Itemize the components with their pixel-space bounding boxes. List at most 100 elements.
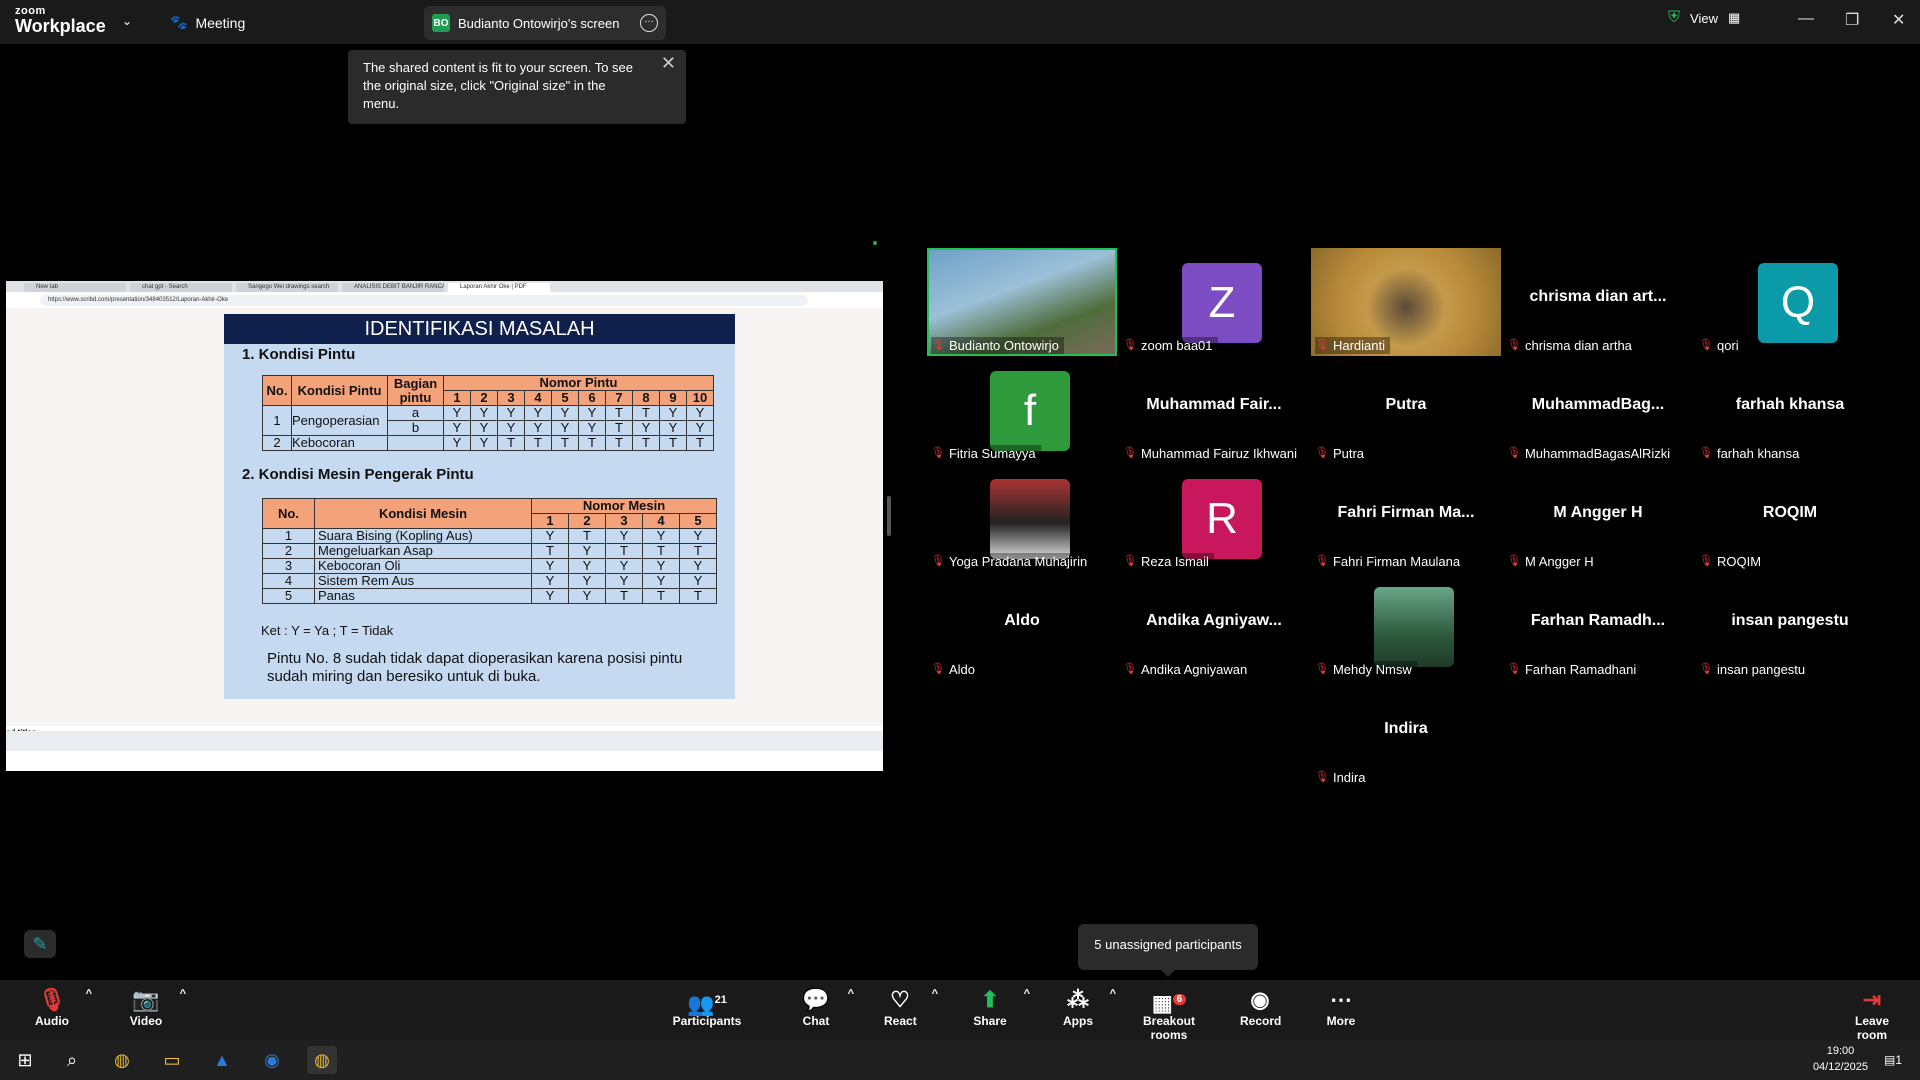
notification-count: 1 (1895, 1053, 1903, 1067)
meeting-toolbar: 🎙 Audio ^ 📷 Video ^ 👥21 Participants 💬 Chat ^ ♡… (0, 980, 1920, 1042)
door-condition-table: No. Kondisi Pintu Bagian pintu Nomor Pin… (262, 375, 714, 451)
section-heading: 2. Kondisi Mesin Pengerak Pintu (242, 466, 474, 483)
more-button[interactable]: ⋯ More (1324, 986, 1358, 1028)
slide-note: Pintu No. 8 sudah tidak dapat dioperasik… (267, 650, 683, 685)
search-icon[interactable]: ⌕ (57, 1046, 87, 1074)
participants-button[interactable]: 👥21 Participants (672, 986, 742, 1028)
paw-icon: 🐾 (170, 14, 188, 30)
participant-tile[interactable]: chrisma dian art... 🎙 chrisma dian artha (1503, 248, 1693, 356)
grid-icon: ▦ (1727, 10, 1741, 25)
chevron-up-icon[interactable]: ^ (180, 988, 186, 1000)
meeting-menu[interactable]: 🐾 Meeting (170, 14, 245, 31)
notifications-icon[interactable]: ▤1 (1878, 1046, 1908, 1074)
chevron-up-icon[interactable]: ^ (848, 988, 854, 1000)
split-divider[interactable] (887, 496, 891, 536)
participant-display-name: Fahri Firman Ma... (1337, 504, 1475, 521)
chat-button[interactable]: 💬 Chat ^ (800, 986, 854, 1028)
restore-icon[interactable]: ❐ (1845, 10, 1859, 30)
chevron-up-icon[interactable]: ^ (1024, 988, 1030, 1000)
address-bar: https://www.scribd.com/presentation/3484… (6, 292, 883, 308)
browser-tab: Sangego Wei drawings search (236, 283, 338, 292)
minimize-icon[interactable]: — (1798, 10, 1814, 28)
chrome-icon[interactable]: ◍ (107, 1046, 137, 1074)
audio-button[interactable]: 🎙 Audio ^ (34, 986, 92, 1028)
share-badge: BO (432, 14, 450, 32)
participant-tile[interactable]: 🎙 Hardianti (1311, 248, 1501, 356)
participant-tile[interactable]: 🎙 Mehdy Nmsw (1311, 572, 1501, 680)
share-button[interactable]: ⬆ Share ^ (972, 986, 1030, 1028)
participant-name-tag: 🎙 ROQIM (1699, 553, 1767, 570)
participants-icon: 👥21 (687, 991, 727, 1017)
chevron-down-icon[interactable]: ⌄ (122, 14, 132, 28)
participant-name: ROQIM (1716, 554, 1762, 569)
react-icon: ♡ (890, 987, 910, 1012)
participant-tile[interactable]: Q 🎙 qori (1695, 248, 1885, 356)
participant-tile[interactable]: Z 🎙 zoom baa01 (1119, 248, 1309, 356)
participant-name-tag: 🎙 farhah khansa (1699, 445, 1805, 462)
react-button[interactable]: ♡ React ^ (884, 986, 938, 1028)
breakout-rooms-button[interactable]: ▦ 6 Breakout rooms (1126, 986, 1212, 1042)
participant-tile[interactable]: R 🎙 Reza Ismail (1119, 464, 1309, 572)
shared-screen: New tab chat gpt - Search Sangego Wei dr… (6, 233, 883, 803)
chat-label: Chat (802, 1014, 830, 1028)
participant-display-name: ROQIM (1762, 504, 1818, 521)
participant-tile[interactable]: f 🎙 Fitria Sumayya (927, 356, 1117, 464)
breakout-badge: 6 (1172, 994, 1187, 1005)
file-explorer-icon[interactable]: ▭ (157, 1046, 187, 1074)
participant-tile[interactable]: 🎙 Budianto Ontowirjo (927, 248, 1117, 356)
video-button[interactable]: 📷 Video ^ (128, 986, 186, 1028)
participant-tile[interactable]: Farhan Ramadh... 🎙 Farhan Ramadhani (1503, 572, 1693, 680)
chevron-up-icon[interactable]: ^ (1110, 988, 1116, 1000)
mic-muted-icon: 🎙 (1315, 339, 1329, 351)
participant-tile[interactable]: farhah khansa 🎙 farhah khansa (1695, 356, 1885, 464)
chevron-up-icon[interactable]: ^ (932, 988, 938, 1000)
app-icon[interactable]: ▲ (207, 1046, 237, 1074)
participant-tile[interactable]: Indira 🎙 Indira (1311, 680, 1501, 788)
more-options-icon[interactable]: … (640, 14, 658, 32)
mic-muted-icon: 🎙 (931, 447, 945, 459)
apps-button[interactable]: ⁂ Apps ^ (1062, 986, 1116, 1028)
avatar: R (1182, 479, 1262, 559)
participant-tile[interactable]: insan pangestu 🎙 insan pangestu (1695, 572, 1885, 680)
mic-muted-icon: 🎙 (1123, 555, 1137, 567)
mic-muted-icon: 🎙 (1123, 447, 1137, 459)
chrome-active-icon[interactable]: ◍ (307, 1046, 337, 1074)
page-content: IDENTIFIKASI MASALAH 1. Kondisi Pintu No… (6, 308, 883, 751)
zoom-icon[interactable]: ◉ (257, 1046, 287, 1074)
mic-muted-icon: 🎙 (931, 663, 945, 675)
annotate-pen-icon[interactable]: ✎ (24, 930, 56, 958)
more-icon: ⋯ (1330, 987, 1352, 1012)
participant-tile[interactable]: Fahri Firman Ma... 🎙 Fahri Firman Maulana (1311, 464, 1501, 572)
breakout-label: Breakout rooms (1142, 1014, 1195, 1042)
participant-tile[interactable]: MuhammadBag... 🎙 MuhammadBagasAlRizki (1503, 356, 1693, 464)
participant-tile[interactable]: Andika Agniyaw... 🎙 Andika Agniyawan (1119, 572, 1309, 680)
record-button[interactable]: ◉ Record (1240, 986, 1281, 1028)
participant-tile[interactable]: M Angger H 🎙 M Angger H (1503, 464, 1693, 572)
chevron-up-icon[interactable]: ^ (86, 988, 92, 1000)
windows-start-icon[interactable]: ⊞ (10, 1046, 40, 1074)
participant-name-tag: 🎙 Budianto Ontowirjo (931, 337, 1064, 354)
participant-name: Indira (1332, 770, 1366, 785)
participant-tile[interactable]: Putra 🎙 Putra (1311, 356, 1501, 464)
close-icon[interactable]: ✕ (1892, 10, 1905, 30)
participant-tile[interactable]: Aldo 🎙 Aldo (927, 572, 1117, 680)
fit-screen-tooltip: The shared content is fit to your screen… (348, 50, 686, 124)
meeting-label: Meeting (195, 14, 246, 31)
participant-tile[interactable]: ROQIM 🎙 ROQIM (1695, 464, 1885, 572)
view-button[interactable]: ⛨ View ▦ (1668, 9, 1740, 27)
table-header: Kondisi Mesin (314, 498, 532, 529)
unassigned-participants-tooltip: 5 unassigned participants (1078, 924, 1258, 977)
participant-display-name: Andika Agniyaw... (1146, 612, 1282, 629)
participant-tile[interactable]: Muhammad Fair... 🎙 Muhammad Fairuz Ikhwani (1119, 356, 1309, 464)
section-heading: 1. Kondisi Pintu (242, 346, 356, 363)
share-tab[interactable]: BO Budianto Ontowirjo's screen … (424, 6, 666, 40)
participants-count: 21 (714, 994, 727, 1006)
mic-muted-icon: 🎙 (931, 339, 945, 351)
mic-muted-icon: 🎙 (1123, 663, 1137, 675)
participant-tile[interactable]: 🎙 Yoga Pradana Muhajirin (927, 464, 1117, 572)
taskbar-clock[interactable]: 19:00 04/12/2025 (1813, 1043, 1868, 1075)
close-icon[interactable]: ✕ (661, 54, 676, 72)
table-header: Bagian pintu (387, 375, 444, 406)
chat-icon: 💬 (802, 987, 830, 1012)
leave-room-button[interactable]: ⇥ Leave room (1840, 986, 1904, 1042)
